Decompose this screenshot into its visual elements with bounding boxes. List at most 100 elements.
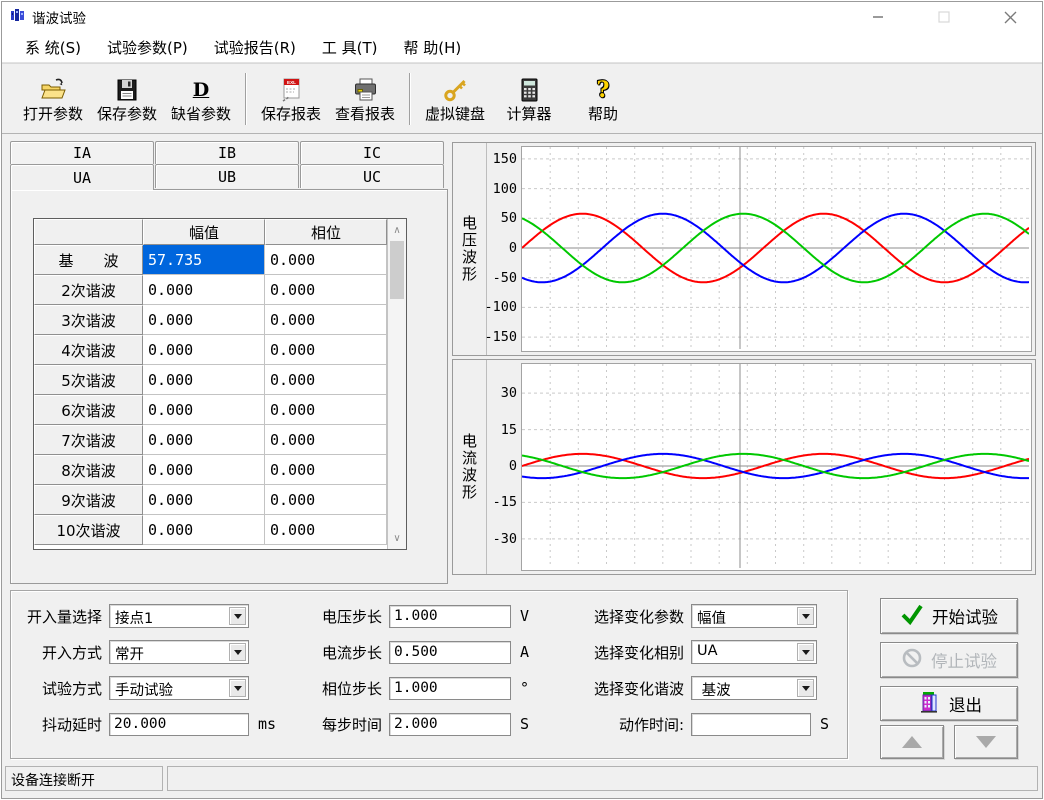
- save-params-button-label: 保存参数: [97, 105, 157, 123]
- dropdown-button[interactable]: [797, 643, 814, 661]
- table-row: 4次谐波0.0000.000: [34, 335, 387, 365]
- calculator-icon: [517, 75, 541, 105]
- row-label-cell: 4次谐波: [34, 335, 143, 365]
- phase-step-field-unit: °: [520, 679, 529, 697]
- tab-ua[interactable]: UA: [10, 164, 154, 190]
- phase-cell[interactable]: 0.000: [265, 515, 387, 545]
- harmonics-grid: 幅值相位基 波57.7350.0002次谐波0.0000.0003次谐波0.00…: [34, 219, 387, 549]
- step-time-field-row: 每步时间S: [307, 711, 529, 737]
- action-time-field[interactable]: [691, 713, 811, 736]
- tab-uc[interactable]: UC: [300, 164, 444, 188]
- dropdown-button[interactable]: [797, 607, 814, 625]
- change-parameter-select[interactable]: 幅值: [691, 604, 817, 628]
- exit-button[interactable]: 退出: [880, 686, 1018, 721]
- dropdown-button[interactable]: [229, 679, 246, 697]
- change-harmonic-select[interactable]: 基波: [691, 676, 817, 700]
- waveform-canvas: [522, 364, 1029, 568]
- chevron-down-icon[interactable]: ∨: [388, 529, 406, 547]
- tab-ia[interactable]: IA: [10, 141, 154, 164]
- amplitude-cell[interactable]: 0.000: [143, 395, 265, 425]
- stop-test-button[interactable]: 停止试验: [880, 642, 1018, 678]
- tab-ub[interactable]: UB: [155, 164, 299, 188]
- close-button[interactable]: [988, 2, 1032, 32]
- test-mode-select-value: 手动试验: [115, 679, 173, 700]
- open-params-button[interactable]: 打开参数: [16, 69, 90, 129]
- export-report-icon: EXL: [278, 75, 304, 105]
- dropdown-button[interactable]: [229, 643, 246, 661]
- action-time-field-unit: S: [820, 715, 829, 733]
- phase-cell[interactable]: 0.000: [265, 245, 387, 275]
- virtual-keyboard-button[interactable]: 虚拟键盘: [418, 69, 492, 129]
- phase-cell[interactable]: 0.000: [265, 335, 387, 365]
- voltage-waveform-label: 电压波形: [453, 143, 487, 355]
- help-button[interactable]: ?帮助: [566, 69, 640, 129]
- menu-tools[interactable]: 工 具(T): [309, 32, 391, 63]
- up-arrow-icon: [902, 736, 922, 748]
- chevron-up-icon[interactable]: ∧: [388, 221, 406, 239]
- switch-input-select[interactable]: 接点1: [109, 604, 249, 628]
- change-phase-select[interactable]: UA: [691, 640, 817, 664]
- menu-help[interactable]: 帮 助(H): [391, 32, 475, 63]
- current-step-field[interactable]: [389, 641, 511, 664]
- step-time-field[interactable]: [389, 713, 511, 736]
- y-tick-label: 150: [493, 151, 517, 167]
- minimize-button[interactable]: [856, 2, 900, 32]
- start-test-button[interactable]: 开始试验: [880, 598, 1018, 634]
- step-up-button[interactable]: [880, 725, 944, 759]
- phase-cell[interactable]: 0.000: [265, 455, 387, 485]
- view-report-button[interactable]: 查看报表: [328, 69, 402, 129]
- voltage-step-field[interactable]: [389, 605, 511, 628]
- phase-cell[interactable]: 0.000: [265, 425, 387, 455]
- amplitude-cell[interactable]: 0.000: [143, 305, 265, 335]
- step-down-button[interactable]: [954, 725, 1018, 759]
- amplitude-cell[interactable]: 57.735: [143, 245, 265, 275]
- open-folder-icon: [39, 75, 67, 105]
- calculator-button[interactable]: 计算器: [492, 69, 566, 129]
- menu-test-parameters[interactable]: 试验参数(P): [94, 32, 201, 63]
- amplitude-cell[interactable]: 0.000: [143, 275, 265, 305]
- input-mode-select[interactable]: 常开: [109, 640, 249, 664]
- amplitude-cell[interactable]: 0.000: [143, 425, 265, 455]
- maximize-button[interactable]: [922, 2, 966, 32]
- app-icon: [10, 7, 26, 27]
- dropdown-button[interactable]: [797, 679, 814, 697]
- save-report-button[interactable]: EXL保存报表: [254, 69, 328, 129]
- phase-cell[interactable]: 0.000: [265, 305, 387, 335]
- default-params-button[interactable]: D缺省参数: [164, 69, 238, 129]
- tab-row-voltage: UAUBUC: [10, 164, 448, 190]
- amplitude-cell[interactable]: 0.000: [143, 335, 265, 365]
- chevron-down-icon: [802, 650, 810, 655]
- voltage-step-field-unit: V: [520, 607, 529, 625]
- y-tick-label: -100: [484, 299, 517, 315]
- y-tick-label: 30: [501, 385, 517, 401]
- phase-cell[interactable]: 0.000: [265, 275, 387, 305]
- amplitude-cell[interactable]: 0.000: [143, 485, 265, 515]
- debounce-delay-field[interactable]: [109, 713, 249, 736]
- phase-cell[interactable]: 0.000: [265, 395, 387, 425]
- menu-test-report[interactable]: 试验报告(R): [201, 32, 309, 63]
- scrollbar-thumb[interactable]: [390, 241, 404, 299]
- phase-cell[interactable]: 0.000: [265, 485, 387, 515]
- change-harmonic-select-label: 选择变化谐波: [567, 678, 691, 699]
- save-params-button[interactable]: 保存参数: [90, 69, 164, 129]
- phase-cell[interactable]: 0.000: [265, 365, 387, 395]
- phase-step-field[interactable]: [389, 677, 511, 700]
- chevron-down-icon: [234, 686, 242, 691]
- printer-icon: [352, 75, 379, 105]
- table-row: 7次谐波0.0000.000: [34, 425, 387, 455]
- tab-row-current: IAIBIC: [10, 141, 448, 164]
- dropdown-button[interactable]: [229, 607, 246, 625]
- amplitude-cell[interactable]: 0.000: [143, 365, 265, 395]
- voltage-step-field-label: 电压步长: [307, 606, 389, 627]
- amplitude-cell[interactable]: 0.000: [143, 515, 265, 545]
- tab-ib[interactable]: IB: [155, 141, 299, 164]
- row-label-cell: 9次谐波: [34, 485, 143, 515]
- toolbar: 打开参数保存参数 D缺省参数 EXL保存报表查看报表虚拟键盘计算器?帮助: [2, 63, 1042, 134]
- current-plot: [521, 363, 1032, 571]
- amplitude-cell[interactable]: 0.000: [143, 455, 265, 485]
- virtual-keyboard-button-label: 虚拟键盘: [425, 105, 485, 123]
- test-mode-select[interactable]: 手动试验: [109, 676, 249, 700]
- tab-ic[interactable]: IC: [300, 141, 444, 164]
- table-scrollbar[interactable]: ∧ ∨: [387, 219, 406, 549]
- menu-system[interactable]: 系 统(S): [12, 32, 94, 63]
